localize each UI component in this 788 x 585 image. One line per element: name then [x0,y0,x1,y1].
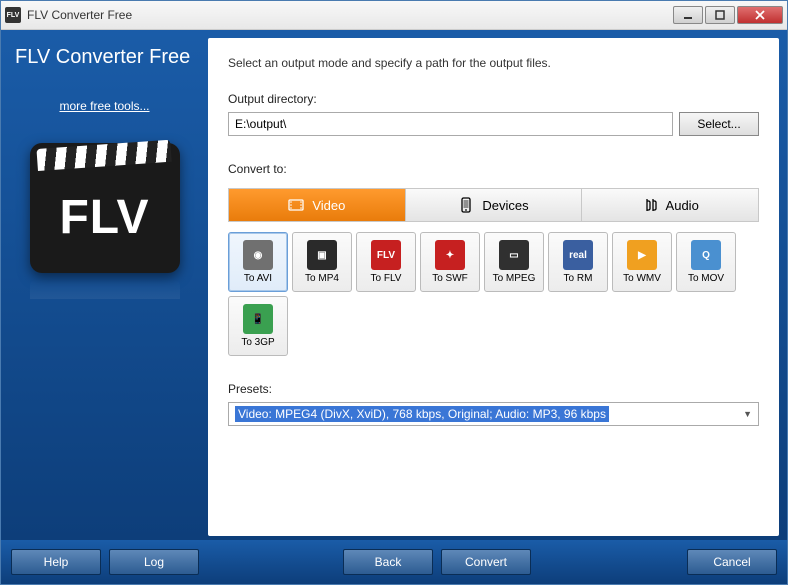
format-icon: real [563,240,593,270]
formats-grid: ◉ To AVI ▣ To MP4 FLV To FLV ✦ To SWF ▭ To MPEG re… [228,232,759,356]
tab-label: Devices [482,198,528,213]
instruction-text: Select an output mode and specify a path… [228,56,759,70]
format-label: To FLV [371,273,402,284]
format-icon: ▭ [499,240,529,270]
format-label: To RM [564,273,593,284]
clapper-icon [36,140,171,171]
format-label: To WMV [623,273,661,284]
format-label: To MOV [688,273,724,284]
logo-reflection [30,279,180,299]
audio-icon [642,197,658,213]
format-icon: ▣ [307,240,337,270]
format-to-rm[interactable]: real To RM [548,232,608,292]
format-to-mp4[interactable]: ▣ To MP4 [292,232,352,292]
window-title: FLV Converter Free [27,8,673,22]
convert-to-label: Convert to: [228,162,759,176]
format-icon: 📱 [243,304,273,334]
preset-dropdown[interactable]: Video: MPEG4 (DivX, XviD), 768 kbps, Ori… [228,402,759,426]
help-button[interactable]: Help [11,549,101,575]
footer: Help Log Back Convert Cancel [1,540,787,584]
format-to-mov[interactable]: Q To MOV [676,232,736,292]
format-icon: ✦ [435,240,465,270]
tab-video[interactable]: Video [229,189,405,221]
output-row: Select... [228,112,759,136]
chevron-down-icon: ▼ [743,409,752,419]
app-window: FLV FLV Converter Free FLV Converter Fre… [0,0,788,585]
format-icon: ▶ [627,240,657,270]
tab-audio[interactable]: Audio [581,189,758,221]
flv-logo-text: FLV [59,190,149,245]
format-to-avi[interactable]: ◉ To AVI [228,232,288,292]
select-directory-button[interactable]: Select... [679,112,759,136]
format-to-3gp[interactable]: 📱 To 3GP [228,296,288,356]
back-button[interactable]: Back [343,549,433,575]
video-icon [288,197,304,213]
convert-button[interactable]: Convert [441,549,531,575]
content-panel: Select an output mode and specify a path… [208,38,779,536]
format-icon: ◉ [243,240,273,270]
format-label: To AVI [244,273,272,284]
main-area: FLV Converter Free more free tools... FL… [1,30,787,540]
format-label: To MP4 [305,273,339,284]
preset-value: Video: MPEG4 (DivX, XviD), 768 kbps, Ori… [235,406,609,422]
format-to-wmv[interactable]: ▶ To WMV [612,232,672,292]
tab-label: Video [312,198,345,213]
tab-label: Audio [666,198,699,213]
app-icon: FLV [5,7,21,23]
sidebar: FLV Converter Free more free tools... FL… [1,30,208,540]
more-tools-link[interactable]: more free tools... [59,99,149,113]
log-button[interactable]: Log [109,549,199,575]
tab-devices[interactable]: Devices [405,189,582,221]
output-directory-input[interactable] [228,112,673,136]
format-icon: Q [691,240,721,270]
maximize-button[interactable] [705,6,735,24]
minimize-button[interactable] [673,6,703,24]
convert-tabs: Video Devices Audio [228,188,759,222]
devices-icon [458,197,474,213]
format-to-mpeg[interactable]: ▭ To MPEG [484,232,544,292]
format-to-swf[interactable]: ✦ To SWF [420,232,480,292]
format-label: To MPEG [493,273,536,284]
presets-label: Presets: [228,382,759,396]
brand-title: FLV Converter Free [1,40,208,99]
presets-section: Presets: Video: MPEG4 (DivX, XviD), 768 … [228,382,759,426]
output-directory-label: Output directory: [228,92,759,106]
titlebar: FLV FLV Converter Free [1,1,787,30]
format-to-flv[interactable]: FLV To FLV [356,232,416,292]
window-controls [673,6,783,24]
cancel-button[interactable]: Cancel [687,549,777,575]
format-label: To SWF [432,273,468,284]
flv-logo: FLV [30,143,180,273]
close-button[interactable] [737,6,783,24]
format-label: To 3GP [241,337,274,348]
format-icon: FLV [371,240,401,270]
